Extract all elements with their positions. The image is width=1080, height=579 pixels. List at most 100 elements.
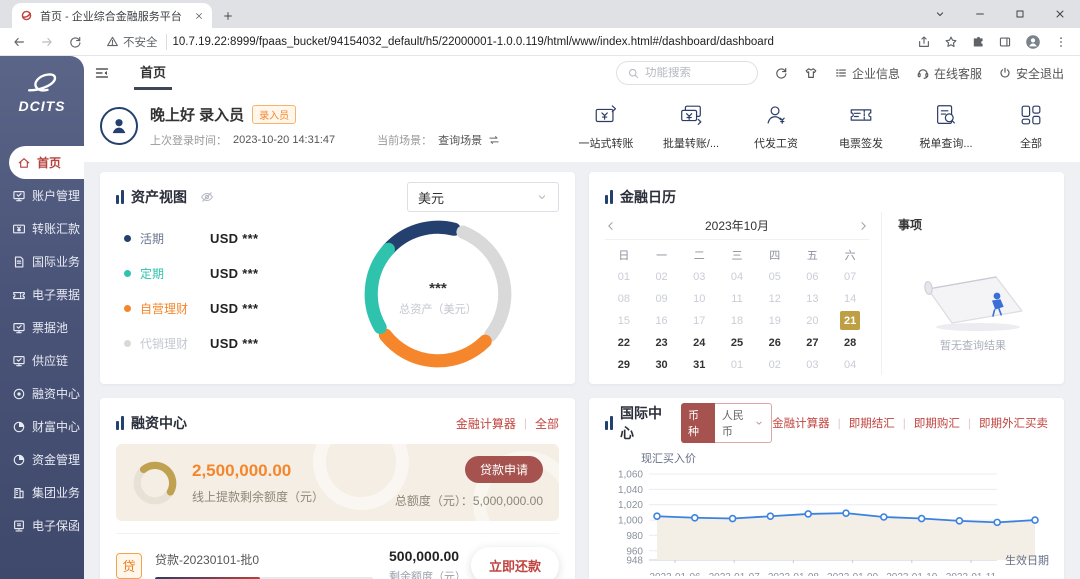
tab-search-icon[interactable] xyxy=(934,8,946,20)
dcits-logo-icon xyxy=(20,70,64,96)
calendar-day[interactable]: 04 xyxy=(718,266,756,287)
calendar-day[interactable]: 17 xyxy=(680,310,718,331)
forward-icon[interactable] xyxy=(40,35,54,49)
quick-action-payroll[interactable]: 代发工资 xyxy=(747,102,805,151)
toggle-balance-visibility-icon[interactable] xyxy=(200,190,214,204)
calendar-day[interactable]: 15 xyxy=(605,310,643,331)
sidebar-item-home[interactable]: 首页 xyxy=(9,146,84,179)
financing-link-1[interactable]: 全部 xyxy=(535,415,559,432)
calendar-day[interactable]: 31 xyxy=(680,354,718,375)
calendar-day[interactable]: 28 xyxy=(831,332,869,353)
international-link-1[interactable]: 即期结汇 xyxy=(849,415,895,431)
calendar-day[interactable]: 01 xyxy=(718,354,756,375)
calendar-day[interactable]: 26 xyxy=(756,332,794,353)
theme-icon[interactable] xyxy=(804,66,818,80)
sidebar-item-international[interactable]: 国际业务 xyxy=(0,245,84,278)
international-link-0[interactable]: 金融计算器 xyxy=(772,415,830,431)
side-panel-icon[interactable] xyxy=(998,35,1012,49)
sidebar-item-funds[interactable]: 资金管理 xyxy=(0,443,84,476)
calendar-day[interactable]: 19 xyxy=(756,310,794,331)
repay-now-button[interactable]: 立即还款 xyxy=(471,547,559,579)
calendar-day[interactable]: 12 xyxy=(756,288,794,309)
calendar-day[interactable]: 08 xyxy=(605,288,643,309)
window-maximize-icon[interactable] xyxy=(1014,8,1026,20)
calendar-day[interactable]: 20 xyxy=(794,310,832,331)
header-link-company-info[interactable]: 企业信息 xyxy=(834,65,900,82)
collapse-sidebar-icon[interactable] xyxy=(94,65,110,81)
header-link-logout[interactable]: 安全退出 xyxy=(998,65,1064,82)
function-search[interactable] xyxy=(616,61,758,85)
calendar-day[interactable]: 04 xyxy=(831,354,869,375)
calendar-day[interactable]: 18 xyxy=(718,310,756,331)
svg-text:生效日期: 生效日期 xyxy=(1005,553,1049,567)
sidebar-item-billpool[interactable]: 票据池 xyxy=(0,311,84,344)
tab-close-icon[interactable] xyxy=(194,11,204,21)
svg-text:1,000: 1,000 xyxy=(618,516,643,527)
calendar-day[interactable]: 23 xyxy=(643,332,681,353)
calendar-day[interactable]: 16 xyxy=(643,310,681,331)
share-icon[interactable] xyxy=(917,35,931,49)
extensions-icon[interactable] xyxy=(971,35,985,49)
legend-row: 自营理财USD *** xyxy=(124,300,316,317)
calendar-day[interactable]: 02 xyxy=(643,266,681,287)
calendar-day[interactable]: 05 xyxy=(756,266,794,287)
security-indicator[interactable]: 不安全 xyxy=(106,34,167,50)
new-tab-icon[interactable] xyxy=(222,10,234,22)
calendar-day[interactable]: 01 xyxy=(605,266,643,287)
sidebar-item-financing[interactable]: 融资中心 xyxy=(0,377,84,410)
calendar-prev-icon[interactable] xyxy=(605,220,617,232)
calendar-day[interactable]: 11 xyxy=(718,288,756,309)
sidebar-item-supplychain[interactable]: 供应链 xyxy=(0,344,84,377)
sidebar-item-wealth[interactable]: 财富中心 xyxy=(0,410,84,443)
calendar-day[interactable]: 29 xyxy=(605,354,643,375)
calendar-day[interactable]: 02 xyxy=(756,354,794,375)
search-input[interactable] xyxy=(645,67,747,79)
selected-day: 21 xyxy=(840,311,860,330)
browser-tab[interactable]: 首页 - 企业综合金融服务平台 xyxy=(12,3,212,28)
calendar-day[interactable]: 27 xyxy=(794,332,832,353)
asset-panel-title: 资产视图 xyxy=(116,187,214,207)
url-field[interactable]: 不安全 10.7.19.22:8999/fpaas_bucket/9415403… xyxy=(96,31,903,53)
calendar-day[interactable]: 13 xyxy=(794,288,832,309)
calendar-day[interactable]: 03 xyxy=(794,354,832,375)
browser-menu-icon[interactable] xyxy=(1054,35,1068,49)
sidebar-item-transfer[interactable]: 转账汇款 xyxy=(0,212,84,245)
back-icon[interactable] xyxy=(12,35,26,49)
international-link-2[interactable]: 即期购汇 xyxy=(914,415,960,431)
calendar-day[interactable]: 07 xyxy=(831,266,869,287)
sidebar-item-ebill[interactable]: 电子票据 xyxy=(0,278,84,311)
window-close-icon[interactable] xyxy=(1054,8,1066,20)
quick-action-batch-transfer[interactable]: 批量转账/... xyxy=(662,102,720,151)
calendar-day[interactable]: 03 xyxy=(680,266,718,287)
calendar-day[interactable]: 09 xyxy=(643,288,681,309)
header-link-online-service[interactable]: 在线客服 xyxy=(916,65,982,82)
calendar-day[interactable]: 22 xyxy=(605,332,643,353)
asset-legend: 活期USD ***定期USD ***自营理财USD ***代销理财USD *** xyxy=(116,216,316,380)
currency-type-select[interactable]: 币种 人民币 xyxy=(681,403,772,443)
sidebar-item-account[interactable]: 账户管理 xyxy=(0,179,84,212)
international-link-3[interactable]: 即期外汇买卖 xyxy=(979,415,1048,431)
quick-action-all[interactable]: 全部 xyxy=(1002,102,1060,151)
window-minimize-icon[interactable] xyxy=(974,8,986,20)
calendar-next-icon[interactable] xyxy=(857,220,869,232)
calendar-day[interactable]: 25 xyxy=(718,332,756,353)
quick-action-eticket-issue[interactable]: 电票签发 xyxy=(832,102,890,151)
calendar-day[interactable]: 21 xyxy=(831,310,869,331)
calendar-day[interactable]: 10 xyxy=(680,288,718,309)
financing-link-0[interactable]: 金融计算器 xyxy=(456,415,516,432)
reload-icon[interactable] xyxy=(68,35,82,49)
calendar-day[interactable]: 24 xyxy=(680,332,718,353)
sidebar-item-group[interactable]: 集团业务 xyxy=(0,476,84,509)
calendar-day[interactable]: 06 xyxy=(794,266,832,287)
tab-home[interactable]: 首页 xyxy=(134,56,172,90)
quick-action-one-stop-transfer[interactable]: 一站式转账 xyxy=(577,102,635,151)
profile-avatar-icon[interactable] xyxy=(1025,34,1041,50)
calendar-day[interactable]: 30 xyxy=(643,354,681,375)
sidebar-item-guarantee[interactable]: 电子保函 xyxy=(0,509,84,542)
quick-action-tax-query[interactable]: 税单查询... xyxy=(917,102,975,151)
calendar-day[interactable]: 14 xyxy=(831,288,869,309)
refresh-icon[interactable] xyxy=(774,66,788,80)
switch-scene-icon[interactable] xyxy=(488,134,500,146)
loan-apply-button[interactable]: 贷款申请 xyxy=(465,456,543,483)
bookmark-star-icon[interactable] xyxy=(944,35,958,49)
